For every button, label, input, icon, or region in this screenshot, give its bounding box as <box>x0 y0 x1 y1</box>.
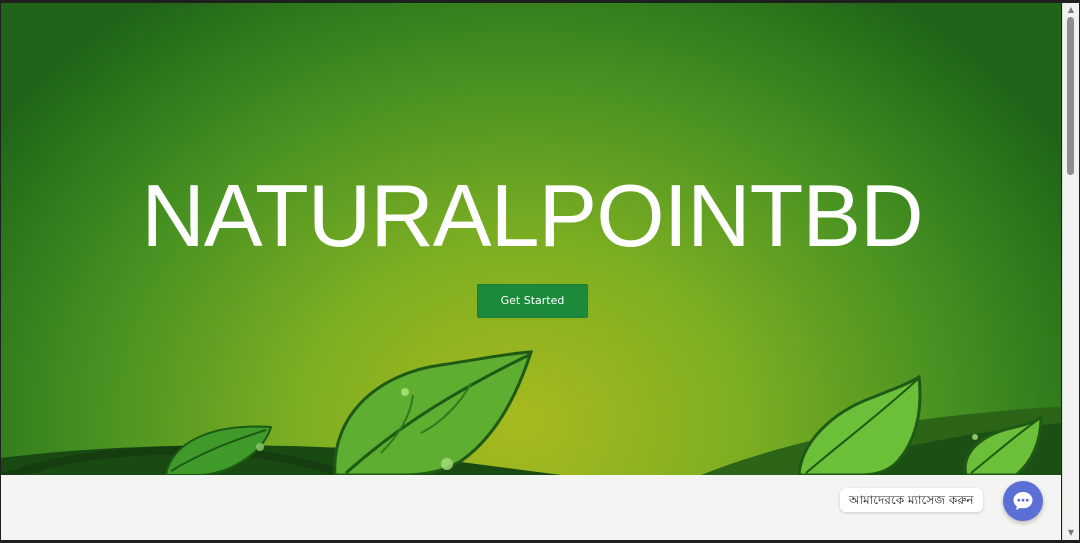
scroll-up-arrow-icon[interactable]: ▲ <box>1066 5 1076 15</box>
scrollbar-thumb[interactable] <box>1067 17 1074 175</box>
scroll-down-arrow-icon[interactable]: ▼ <box>1066 528 1076 538</box>
hero-section: NATURALPOINTBD Get Started <box>1 3 1061 475</box>
chat-bubble-icon <box>1013 492 1033 510</box>
browser-viewport: NATURALPOINTBD Get Started আমাদেরকে ম্যা… <box>1 3 1061 540</box>
get-started-button[interactable]: Get Started <box>477 284 588 318</box>
messenger-chat-button[interactable] <box>1003 481 1043 521</box>
vertical-scrollbar[interactable]: ▲ ▼ <box>1062 3 1079 540</box>
site-title: NATURALPOINTBD <box>141 166 923 265</box>
chat-prompt-label[interactable]: আমাদেরকে ম্যাসেজ করুন <box>840 488 983 512</box>
